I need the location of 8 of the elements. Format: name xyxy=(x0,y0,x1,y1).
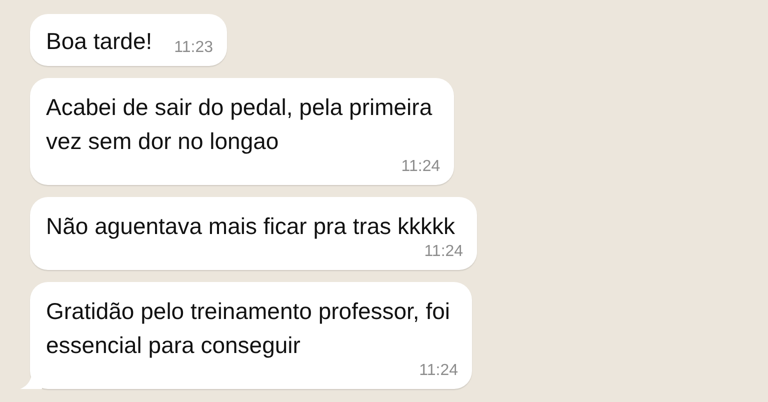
message-text: Acabei de sair do pedal, pela primeira vez sem dor no longao xyxy=(46,93,434,156)
message-time: 11:24 xyxy=(424,244,464,260)
message-time: 11:24 xyxy=(419,363,458,379)
message-time: 11:24 xyxy=(401,159,440,175)
message-text: Não aguentava mais ficar pra tras kkkkk xyxy=(46,212,456,241)
message-time: 11:23 xyxy=(174,40,213,56)
message-text: Gratidão pelo treinamento professor, foi essencial para conseguir xyxy=(46,297,452,360)
message-text: Boa tarde! xyxy=(46,27,152,56)
